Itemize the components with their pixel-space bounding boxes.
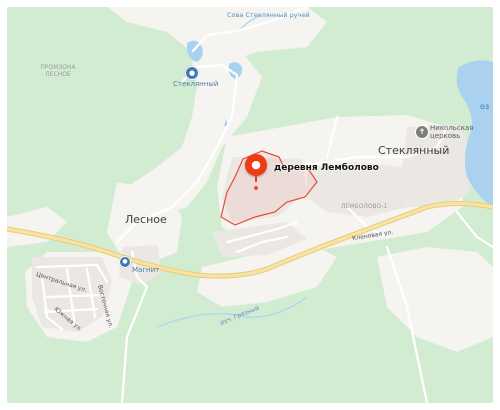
label-lembolovo[interactable]: деревня Лемболово: [274, 163, 379, 173]
pin-icon[interactable]: ●: [245, 154, 267, 176]
label-magnit: Магнит: [132, 266, 160, 274]
label-lembolovo-1: ЛЕМБОЛОВО-1: [341, 203, 388, 210]
shopping-icon[interactable]: ●: [119, 256, 131, 268]
map-view[interactable]: Сова Стеклянный ручей ПРОМЗОНА ЛЕСНОЕ ● …: [7, 7, 493, 403]
label-steklyanny-poi: Стеклянный: [173, 80, 219, 88]
pin-tail: [255, 174, 257, 182]
label-promzona: ПРОМЗОНА ЛЕСНОЕ: [40, 64, 76, 78]
map-canvas: [7, 7, 493, 403]
church-icon[interactable]: ✝: [415, 125, 429, 139]
label-church: Никольская церковь: [430, 124, 474, 140]
label-sova-stream: Сова Стеклянный ручей: [227, 11, 310, 19]
label-lake-partial: оз: [480, 102, 490, 111]
label-lesnoe: Лесное: [125, 213, 167, 226]
poi-icon[interactable]: ●: [185, 66, 199, 80]
marker-point: [254, 186, 258, 190]
label-steklyanny-village: Стеклянный: [378, 144, 450, 157]
